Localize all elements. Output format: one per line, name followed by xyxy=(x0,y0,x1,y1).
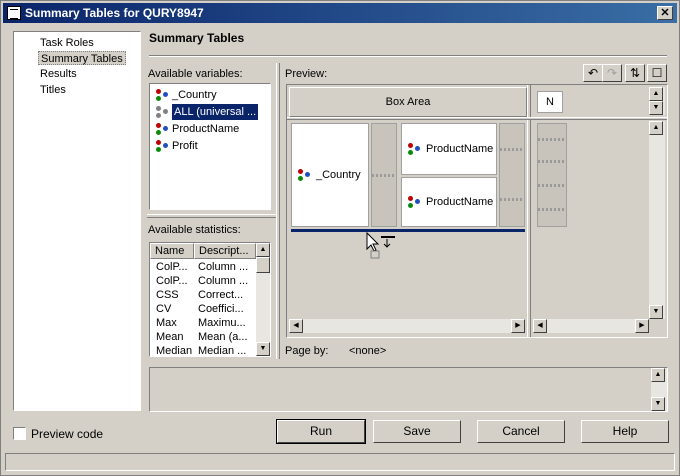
statistics-label: Available statistics: xyxy=(148,224,241,236)
nav-pane: Task Roles Summary Tables Results Titles xyxy=(13,31,141,411)
hatch-column xyxy=(537,123,567,227)
statistic-description[interactable]: Correct... xyxy=(198,288,243,302)
preview-label: Preview: xyxy=(285,68,328,80)
statistic-description[interactable]: Coeffici... xyxy=(198,302,244,316)
statistic-name[interactable]: CV xyxy=(156,302,171,316)
scroll-left-icon[interactable]: ◀ xyxy=(289,319,303,333)
table-cell[interactable]: ProductName xyxy=(401,123,497,175)
page-by-value: <none> xyxy=(349,345,387,357)
variable-icon xyxy=(156,123,168,135)
scroll-left-icon[interactable]: ◀ xyxy=(533,319,547,333)
preview-left-hscrollbar[interactable]: ◀ ▶ xyxy=(289,319,525,333)
heading-divider xyxy=(149,55,667,57)
undo-icon[interactable]: ↶ xyxy=(583,64,603,82)
app-icon xyxy=(7,6,21,20)
redo-icon[interactable]: ↷ xyxy=(602,64,622,82)
statistic-name[interactable]: CSS xyxy=(156,288,179,302)
column-header-name[interactable]: Name xyxy=(150,243,194,259)
nav-item-titles[interactable]: Titles xyxy=(38,83,68,97)
variable-label: ProductName xyxy=(172,123,240,135)
statistic-name[interactable]: Max xyxy=(156,316,177,330)
row-variable-cell[interactable]: _Country xyxy=(291,123,369,227)
statistic-name[interactable]: ColP... xyxy=(156,260,188,274)
maximize-icon[interactable]: ☐ xyxy=(647,64,667,82)
statistic-name[interactable]: Median xyxy=(156,344,192,356)
statistic-description[interactable]: Maximu... xyxy=(198,316,246,330)
nav-item-summary-tables[interactable]: Summary Tables xyxy=(38,51,126,65)
variable-icon xyxy=(156,140,168,152)
preview-splitter[interactable] xyxy=(527,85,531,337)
header-vscrollbar[interactable]: ▲ ▼ xyxy=(649,87,665,115)
variable-item[interactable]: ProductName xyxy=(156,121,239,137)
nav-item-task-roles[interactable]: Task Roles xyxy=(38,36,96,50)
column-header-description[interactable]: Descript... xyxy=(194,243,256,259)
message-scrollbar[interactable]: ▲ ▼ xyxy=(651,368,667,411)
save-button[interactable]: Save xyxy=(373,420,461,443)
box-area[interactable]: Box Area xyxy=(289,87,527,117)
horizontal-splitter[interactable] xyxy=(147,214,277,218)
help-button[interactable]: Help xyxy=(581,420,669,443)
preview-area: Box Area N _Country ProductName ProductN… xyxy=(286,84,668,338)
scroll-thumb[interactable] xyxy=(256,257,270,273)
cell-label: ProductName xyxy=(426,143,494,155)
variable-icon xyxy=(156,106,168,118)
variables-label: Available variables: xyxy=(148,68,243,80)
statistic-description[interactable]: Median ... xyxy=(198,344,246,356)
variable-icon xyxy=(408,143,420,155)
window-title: Summary Tables for QURY8947 xyxy=(25,6,204,20)
nav-item-results[interactable]: Results xyxy=(38,67,79,81)
run-button[interactable]: Run xyxy=(276,419,366,444)
page-by-label: Page by: xyxy=(285,345,329,357)
statistics-scrollbar[interactable]: ▲ ▼ xyxy=(256,243,270,356)
variable-icon xyxy=(156,89,168,101)
scroll-up-icon[interactable]: ▲ xyxy=(649,87,663,101)
preview-code-label: Preview code xyxy=(31,427,104,441)
table-cell[interactable]: ProductName xyxy=(401,177,497,227)
column-header-n[interactable]: N xyxy=(537,91,563,113)
statistic-description[interactable]: Column ... xyxy=(198,274,248,288)
statistic-description[interactable]: Column ... xyxy=(198,260,248,274)
scroll-down-icon[interactable]: ▼ xyxy=(256,342,270,356)
variable-item[interactable]: _Country xyxy=(156,87,217,103)
hatch-column xyxy=(371,123,397,227)
scroll-down-icon[interactable]: ▼ xyxy=(649,305,663,319)
message-area: ▲ ▼ xyxy=(149,367,668,412)
variable-icon xyxy=(408,196,420,208)
statistic-description[interactable]: Mean (a... xyxy=(198,330,248,344)
cancel-button[interactable]: Cancel xyxy=(477,420,565,443)
variable-item[interactable]: ALL (universal ... xyxy=(156,103,260,121)
variable-label: Profit xyxy=(172,140,198,152)
statistic-name[interactable]: ColP... xyxy=(156,274,188,288)
scroll-up-icon[interactable]: ▲ xyxy=(651,368,665,382)
preview-code-checkbox[interactable] xyxy=(13,427,26,440)
variables-list[interactable]: _Country ALL (universal ... ProductName … xyxy=(149,83,271,210)
variable-label: ALL (universal ... xyxy=(170,103,260,121)
cell-label: ProductName xyxy=(426,196,494,208)
title-bar: Summary Tables for QURY8947 ✕ xyxy=(3,3,677,23)
scroll-right-icon[interactable]: ▶ xyxy=(635,319,649,333)
variable-item[interactable]: Profit xyxy=(156,138,198,154)
hatch-column xyxy=(499,123,525,227)
row-variable-label: _Country xyxy=(316,169,361,181)
preview-right-hscrollbar[interactable]: ◀ ▶ xyxy=(533,319,649,333)
close-icon[interactable]: ✕ xyxy=(657,6,673,20)
page-title: Summary Tables xyxy=(149,31,245,45)
dialog-window: Summary Tables for QURY8947 ✕ Task Roles… xyxy=(0,0,680,476)
vertical-splitter[interactable] xyxy=(276,63,280,359)
variable-label: _Country xyxy=(172,89,217,101)
scroll-up-icon[interactable]: ▲ xyxy=(256,243,270,257)
status-bar xyxy=(5,453,675,471)
drag-cursor-icon xyxy=(366,231,395,259)
scroll-down-icon[interactable]: ▼ xyxy=(649,101,663,115)
swap-icon[interactable]: ⇅ xyxy=(625,64,645,82)
preview-hsplitter xyxy=(287,117,667,120)
variable-icon xyxy=(298,169,310,181)
statistics-grid[interactable]: Name Descript... ColP... Column ... ColP..… xyxy=(149,242,271,357)
drop-indicator xyxy=(291,229,525,232)
scroll-up-icon[interactable]: ▲ xyxy=(649,121,663,135)
scroll-right-icon[interactable]: ▶ xyxy=(511,319,525,333)
preview-vscrollbar[interactable]: ▲ ▼ xyxy=(649,121,665,319)
scroll-down-icon[interactable]: ▼ xyxy=(651,397,665,411)
statistic-name[interactable]: Mean xyxy=(156,330,184,344)
